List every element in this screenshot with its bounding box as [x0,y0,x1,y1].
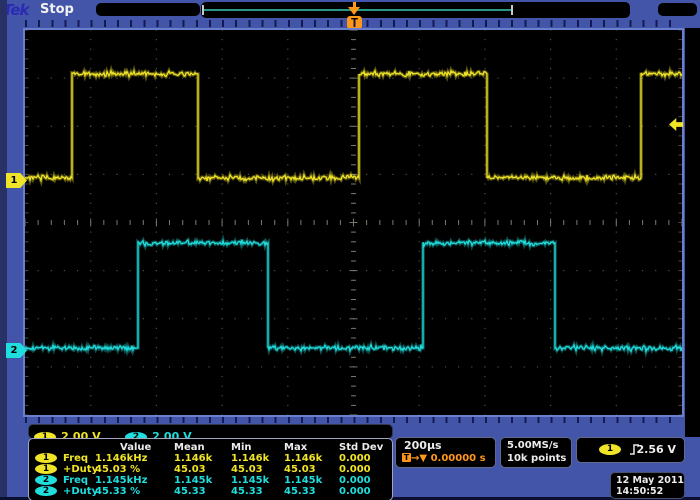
measurement-max: 45.03 [284,464,316,475]
ch2-badge: 2 [35,486,57,496]
measurement-min: 1.146k [231,453,269,464]
measurement-row-ch1-freq: 1 Freq 1.146kHz 1.146k 1.146k 1.146k 0.0… [29,453,392,464]
col-header-mean: Mean [174,442,205,453]
record-length: 10k points [507,453,566,464]
measurement-min: 45.33 [231,486,263,497]
measurement-row-ch2-duty: 2 +Duty 45.33 % 45.33 45.33 45.33 0.000 [29,486,392,497]
trigger-arrow-glyph: →▼ [411,453,427,464]
trigger-position-arrow-icon [348,7,360,15]
col-header-min: Min [231,442,252,453]
record-window-left-bracket [202,5,204,15]
ch2-badge: 2 [35,475,57,485]
measurement-max: 1.146k [284,453,322,464]
measurement-max: 1.145k [284,475,322,486]
measurement-value: 1.146kHz [95,453,147,464]
trigger-position-value: 0.00000 s [431,453,486,464]
measurement-mean: 1.146k [174,453,212,464]
ch1-badge: 1 [35,453,57,463]
trigger-t-icon: T [402,453,411,462]
bottom-minor-ticks [25,417,682,423]
ch1-badge: 1 [35,464,57,474]
timebase-scale: 200µs [404,439,442,452]
measurement-max: 45.33 [284,486,316,497]
measurement-mean: 1.145k [174,475,212,486]
measurement-std: 0.000 [339,453,371,464]
channel-scale-readout: 1 2.00 V 2 2.00 V [28,424,393,439]
measurement-min: 1.145k [231,475,269,486]
measurement-table: Value Mean Min Max Std Dev 1 Freq 1.146k… [28,438,393,500]
date-value: 12 May 2011 [616,475,684,486]
acquisition-readout: 5.00MS/s 10k points [500,437,572,468]
measurement-std: 0.000 [339,486,371,497]
col-header-value: Value [120,442,151,453]
trigger-source-badge: 1 [599,444,621,455]
measurement-value: 45.03 % [95,464,140,475]
measurement-name: Freq [63,453,88,464]
top-minor-ticks [25,20,682,27]
record-window-right-bracket [511,5,513,15]
graticule [23,28,684,417]
measurement-std: 0.000 [339,475,371,486]
header-status-box [96,3,200,16]
col-header-std: Std Dev [339,442,383,453]
acquisition-status: Stop [40,2,74,17]
measurement-mean: 45.03 [174,464,206,475]
waveform-layer [25,30,682,415]
measurement-name: +Duty [63,486,98,497]
measurement-min: 45.03 [231,464,263,475]
record-view-bar [201,2,630,18]
measurement-value: 45.33 % [95,486,140,497]
timebase-readout: 200µs T→▼ 0.00000 s [395,437,496,468]
measurement-row-ch2-freq: 2 Freq 1.145kHz 1.145k 1.145k 1.145k 0.0… [29,475,392,486]
trigger-readout: 1 2.56 V [576,437,685,463]
time-value: 14:50:52 [616,486,663,497]
measurement-name: +Duty [63,464,98,475]
oscilloscope-screen: Tek Stop T 1 2 1 2.00 V 2 2.00 V Value [0,0,700,500]
header-right-box [658,3,697,16]
measurement-name: Freq [63,475,88,486]
sample-rate: 5.00MS/s [507,440,558,451]
left-bezel [0,0,7,500]
trigger-position-readout: T→▼ 0.00000 s [402,453,486,464]
measurement-mean: 45.33 [174,486,206,497]
measurement-row-ch1-duty: 1 +Duty 45.03 % 45.03 45.03 45.03 0.000 [29,464,392,475]
measurement-std: 0.000 [339,464,371,475]
measurement-header-row: Value Mean Min Max Std Dev [29,442,392,453]
right-margin [685,28,700,437]
datetime-readout: 12 May 2011 14:50:52 [610,472,685,499]
trigger-level-value: 2.56 V [637,443,676,456]
col-header-max: Max [284,442,307,453]
measurement-value: 1.145kHz [95,475,147,486]
